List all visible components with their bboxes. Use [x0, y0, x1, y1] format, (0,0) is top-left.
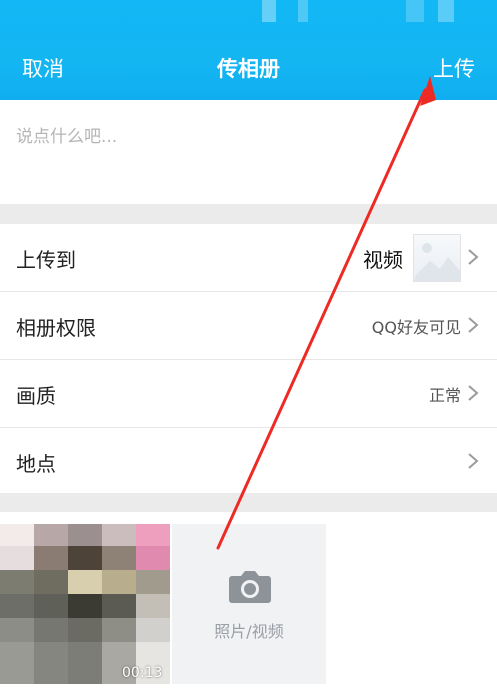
section-divider: [0, 493, 497, 512]
settings-row-upload-to[interactable]: 上传到 视频: [0, 224, 497, 292]
caption-input[interactable]: 说点什么吧...: [16, 122, 476, 147]
chevron-right-icon: [468, 453, 479, 469]
settings-row-location[interactable]: 地点: [0, 428, 497, 495]
status-bar-fragment: [262, 0, 276, 22]
status-bar-fragment: [298, 0, 308, 22]
status-bar-fragment: [406, 0, 424, 22]
settings-row-quality[interactable]: 画质 正常: [0, 360, 497, 428]
add-photo-video-tile[interactable]: 照片/视频: [172, 524, 326, 684]
media-grid: 00:13 照片/视频: [0, 512, 497, 699]
chevron-right-icon: [468, 317, 479, 333]
status-bar-fragment: [438, 0, 454, 22]
settings-row-label: 地点: [16, 452, 56, 476]
add-tile-label: 照片/视频: [214, 622, 284, 641]
section-divider: [0, 204, 497, 224]
page-title: 传相册: [217, 57, 280, 81]
chevron-right-icon: [468, 385, 479, 401]
chevron-right-icon: [468, 249, 479, 265]
album-cover-thumbnail: [413, 234, 461, 282]
video-duration: 00:13: [122, 665, 163, 681]
caption-area[interactable]: 说点什么吧...: [0, 100, 497, 204]
settings-row-value: QQ好友可见: [371, 318, 461, 337]
video-thumbnail[interactable]: 00:13: [0, 524, 170, 684]
settings-row-value: 正常: [428, 386, 461, 405]
settings-row-label: 上传到: [16, 248, 76, 272]
upload-button[interactable]: 上传: [433, 53, 475, 83]
title-bar: 取消 传相册 上传: [0, 0, 497, 100]
upload-album-screen: 取消 传相册 上传 说点什么吧... 上传到 视频 相册权限 QQ好友可见 画质…: [0, 0, 497, 699]
settings-list: 上传到 视频 相册权限 QQ好友可见 画质 正常 地点: [0, 224, 497, 495]
settings-row-album-permission[interactable]: 相册权限 QQ好友可见: [0, 292, 497, 360]
settings-row-label: 相册权限: [16, 316, 96, 340]
settings-row-value: 视频: [363, 248, 403, 272]
camera-icon: [229, 571, 271, 603]
settings-row-label: 画质: [16, 384, 56, 408]
